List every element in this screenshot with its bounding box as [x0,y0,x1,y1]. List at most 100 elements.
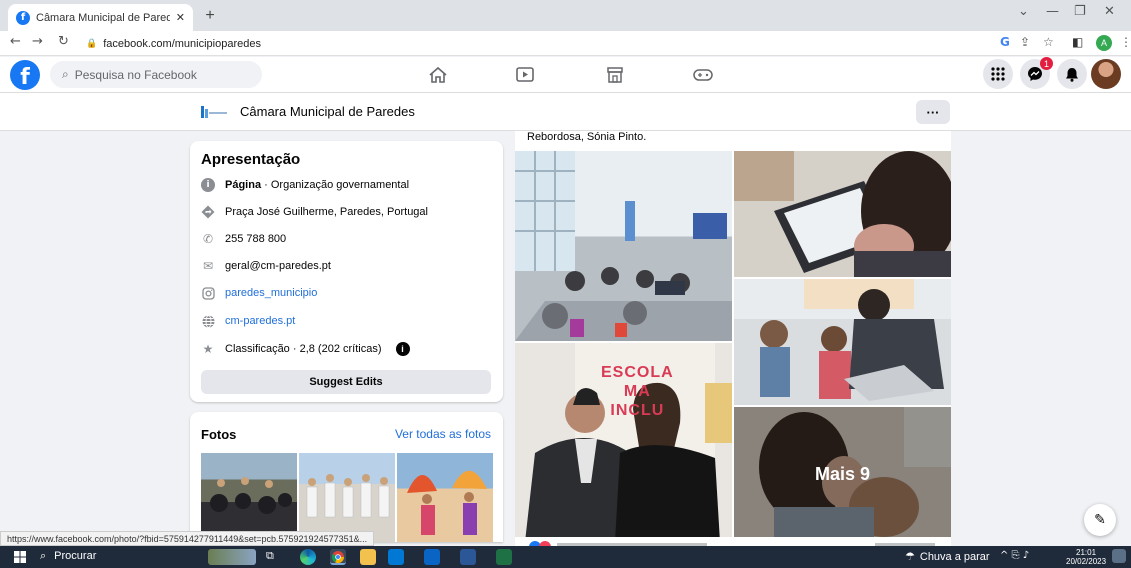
escola-banner-line: ESCOLA MA INCLU [601,364,674,419]
escola-banner-text: ESCOLA MA INCLU [601,363,674,420]
search-placeholder: Pesquisa no Facebook [74,67,197,82]
word-icon[interactable] [460,549,476,565]
profile-avatar[interactable]: A [1096,35,1112,51]
website-row: cm-paredes.pt [201,314,295,328]
restore-icon[interactable]: ❐ [1074,4,1086,19]
close-window-icon[interactable]: ✕ [1104,4,1115,19]
facebook-top-bar: f ⌕ Pesquisa no Facebook 1 [0,57,1131,93]
notifications-bell-icon[interactable] [1057,59,1087,89]
photo-thumbnail[interactable] [201,453,297,542]
marketplace-icon[interactable] [602,65,628,85]
star-icon: ★ [202,342,214,356]
url-text: facebook.com/municipioparedes [103,37,261,50]
chrome-browser-icon[interactable] [330,549,346,565]
browser-tab-strip: f Câmara Municipal de Paredes | F ✕ + ⌄ … [0,0,1131,31]
system-tray[interactable]: ^ ⎘ ♪ [1000,550,1029,561]
post-photo-tablet[interactable] [734,151,957,277]
gaming-icon[interactable] [690,65,716,85]
phone-text: 255 788 800 [225,233,287,245]
rating-row: ★ Classificação · 2,8 (202 críticas) i [201,342,410,356]
clock-time: 21:01 [1076,548,1097,557]
forward-icon[interactable]: → [32,34,43,49]
status-bar-url: https://www.facebook.com/photo/?fbid=575… [0,531,375,546]
store-icon[interactable] [388,549,404,565]
instagram-row: paredes_municipio [201,286,317,300]
photos-card: Fotos Ver todas as fotos [190,412,503,542]
category-value: · Organização governamental [261,179,410,191]
see-all-photos-link[interactable]: Ver todas as fotos [395,427,491,441]
outlook-icon[interactable] [424,549,440,565]
category-label: Página [225,179,262,191]
post-photo-laptop[interactable] [734,279,951,405]
address-text[interactable]: Praça José Guilherme, Paredes, Portugal [225,206,428,218]
back-icon[interactable]: ← [10,34,21,49]
excel-icon[interactable] [496,549,512,565]
email-row: ✉ geral@cm-paredes.pt [201,259,331,273]
user-avatar[interactable] [1091,59,1121,89]
photo-thumbnail[interactable] [299,453,395,542]
email-text[interactable]: geral@cm-paredes.pt [225,260,331,272]
new-message-edit-icon[interactable]: ✎ [1084,504,1116,536]
address-toolbar: ← → ↻ 🔒 facebook.com/municipioparedes G … [0,31,1131,56]
search-icon: ⌕ [40,549,47,562]
instagram-icon [201,286,215,300]
side-panel-icon[interactable]: ◧ [1072,35,1083,49]
browser-menu-icon[interactable]: ⋮ [1120,35,1131,49]
notification-count-badge: 1 [1040,57,1053,70]
facebook-logo-icon[interactable]: f [10,60,40,90]
post-photo-escola[interactable]: ESCOLA MA INCLU [515,343,732,542]
reload-icon[interactable]: ↻ [58,34,69,49]
rating-info-icon[interactable]: i [395,342,410,356]
envelope-icon: ✉ [202,259,214,273]
task-view-icon[interactable]: ⧉ [266,549,282,565]
page-header: Câmara Municipal de Paredes ··· [0,93,1131,131]
post-reaction-bar [515,537,951,546]
taskbar-widget-image[interactable] [208,549,256,565]
rain-cloud-icon: ☂ [905,550,915,563]
instagram-link[interactable]: paredes_municipio [225,287,317,299]
share-icon[interactable]: ⇪ [1020,35,1030,49]
post-photo-classroom[interactable] [515,151,732,341]
watch-video-icon[interactable] [512,65,538,85]
taskbar-search[interactable]: ⌕ Procurar [40,549,96,563]
rating-text: Classificação · 2,8 (202 críticas) [225,343,382,355]
facebook-favicon-icon: f [16,10,30,25]
close-tab-icon[interactable]: ✕ [176,11,185,24]
post-text: Rebordosa, Sónia Pinto. [527,131,647,143]
browser-tab[interactable]: f Câmara Municipal de Paredes | F ✕ [8,4,193,31]
windows-start-icon[interactable] [14,551,26,563]
tab-search-icon[interactable]: ⌄ [1018,4,1029,19]
more-options-button[interactable]: ··· [916,100,950,124]
more-photos-overlay[interactable]: Mais 9 [734,407,951,542]
suggest-edits-button[interactable]: Suggest Edits [201,370,491,394]
weather-widget[interactable]: ☂ Chuva a parar [905,550,990,563]
globe-icon [201,314,215,328]
intro-title: Apresentação [201,151,301,168]
phone-icon: ✆ [202,232,214,246]
google-extension-icon[interactable]: G [1000,35,1010,49]
post-photo-more[interactable]: Mais 9 [734,407,951,542]
intro-card: Apresentação i Página · Organização gove… [190,141,503,402]
file-explorer-icon[interactable] [360,549,376,565]
home-icon[interactable] [425,65,451,85]
directions-icon [201,205,215,219]
post-card: Rebordosa, Sónia Pinto. ESCOLA MA INCLU … [515,131,957,542]
page-name[interactable]: Câmara Municipal de Paredes [240,104,415,119]
bookmark-star-icon[interactable]: ☆ [1043,35,1054,49]
photo-thumbnail[interactable] [397,453,493,542]
weather-text: Chuva a parar [919,550,990,563]
menu-grid-icon[interactable] [983,59,1013,89]
taskbar-clock[interactable]: 21:01 20/02/2023 [1066,548,1106,566]
search-icon: ⌕ [62,67,69,81]
info-icon: i [201,178,215,192]
tab-title: Câmara Municipal de Paredes | F [36,11,170,24]
notification-center-icon[interactable] [1112,549,1126,563]
url-field[interactable]: 🔒 facebook.com/municipioparedes [86,34,981,53]
minimize-icon[interactable]: — [1046,4,1059,19]
page-logo-icon[interactable] [200,104,228,120]
new-tab-button[interactable]: + [200,6,220,26]
edge-browser-icon[interactable] [300,549,316,565]
facebook-search-input[interactable]: ⌕ Pesquisa no Facebook [50,61,262,88]
website-link[interactable]: cm-paredes.pt [225,315,295,327]
photos-title: Fotos [201,427,237,442]
